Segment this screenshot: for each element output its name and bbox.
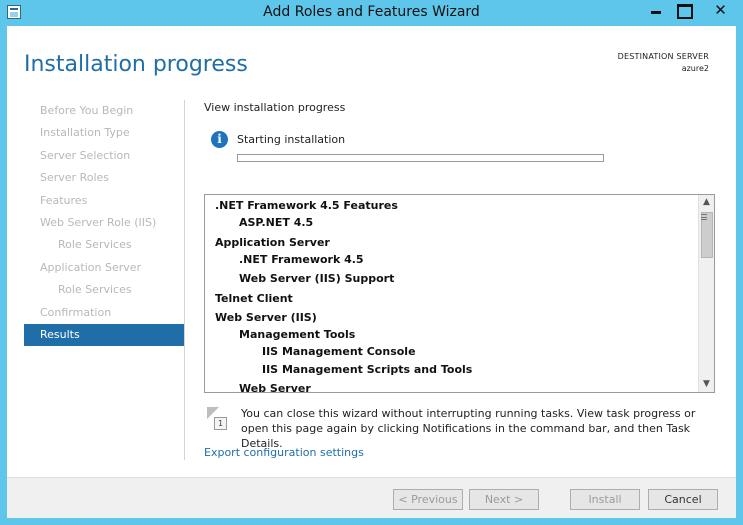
list-item: .NET Framework 4.5 Features — [215, 199, 398, 212]
minimize-button[interactable] — [643, 0, 669, 20]
notification-count-badge: 1 — [214, 417, 227, 430]
close-icon: ✕ — [714, 1, 727, 19]
nav-step-web-role-services[interactable]: Role Services — [24, 234, 184, 256]
export-configuration-link[interactable]: Export configuration settings — [204, 446, 364, 459]
install-button[interactable]: Install — [570, 489, 640, 510]
list-item: Web Server (IIS) — [215, 311, 317, 324]
background-task-note: You can close this wizard without interr… — [241, 407, 696, 450]
list-item: ASP.NET 4.5 — [239, 216, 314, 229]
nav-step-confirmation[interactable]: Confirmation — [24, 302, 184, 324]
features-scrollbar[interactable]: ▲ ▼ — [698, 195, 714, 392]
scroll-down-arrow-icon[interactable]: ▼ — [699, 377, 714, 392]
features-list[interactable]: .NET Framework 4.5 Features ASP.NET 4.5 … — [204, 194, 715, 393]
list-item: Web Server (IIS) Support — [239, 272, 395, 285]
wizard-footer: < Previous Next > Install Cancel — [7, 477, 736, 518]
window-title: Add Roles and Features Wizard — [263, 4, 480, 20]
installation-status: Starting installation — [237, 133, 346, 146]
wizard-window: Add Roles and Features Wizard ✕ Installa… — [0, 0, 743, 525]
list-item: Telnet Client — [215, 292, 293, 305]
nav-step-web-server-role[interactable]: Web Server Role (IIS) — [24, 212, 184, 234]
close-button[interactable]: ✕ — [698, 0, 743, 20]
nav-step-app-role-services[interactable]: Role Services — [24, 279, 184, 301]
installation-progress-bar — [237, 154, 604, 162]
list-item: IIS Management Console — [262, 345, 416, 358]
wizard-steps-nav: Before You Begin Installation Type Serve… — [24, 100, 184, 347]
previous-button[interactable]: < Previous — [393, 489, 463, 510]
list-item: IIS Management Scripts and Tools — [262, 363, 473, 376]
list-item: Web Server — [239, 382, 311, 392]
grip-icon — [701, 214, 707, 220]
maximize-button[interactable] — [670, 0, 696, 20]
next-button[interactable]: Next > — [469, 489, 539, 510]
features-list-items: .NET Framework 4.5 Features ASP.NET 4.5 … — [205, 195, 699, 392]
info-icon: i — [211, 131, 228, 148]
list-item: .NET Framework 4.5 — [239, 253, 364, 266]
destination-server-name: azure2 — [681, 64, 709, 73]
list-item: Management Tools — [239, 328, 356, 341]
cancel-button[interactable]: Cancel — [648, 489, 718, 510]
scroll-up-arrow-icon[interactable]: ▲ — [699, 195, 714, 210]
nav-step-installation-type[interactable]: Installation Type — [24, 122, 184, 144]
nav-step-results[interactable]: Results — [24, 323, 184, 347]
destination-server-label: DESTINATION SERVER — [617, 52, 709, 61]
list-item: Application Server — [215, 236, 330, 249]
wizard-content: Installation progress DESTINATION SERVER… — [7, 26, 736, 518]
nav-divider — [184, 100, 185, 460]
page-title: Installation progress — [24, 52, 248, 77]
section-heading: View installation progress — [204, 101, 346, 114]
nav-step-server-selection[interactable]: Server Selection — [24, 145, 184, 167]
nav-step-application-server[interactable]: Application Server — [24, 257, 184, 279]
nav-step-features[interactable]: Features — [24, 190, 184, 212]
title-bar[interactable]: Add Roles and Features Wizard ✕ — [0, 0, 743, 24]
nav-step-before-you-begin[interactable]: Before You Begin — [24, 100, 184, 122]
notification-flag-icon: 1 — [207, 407, 227, 431]
nav-step-server-roles[interactable]: Server Roles — [24, 167, 184, 189]
